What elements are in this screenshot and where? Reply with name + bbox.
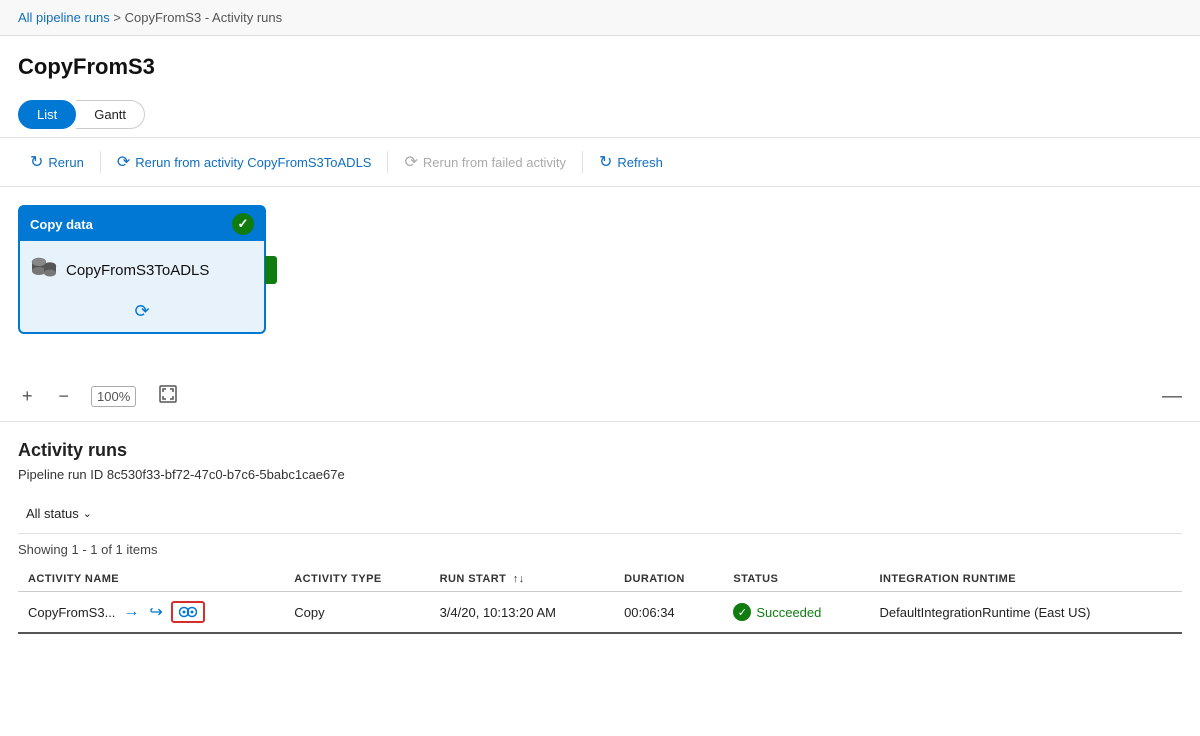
breadcrumb: All pipeline runs > CopyFromS3 - Activit… <box>0 0 1200 36</box>
sort-icon: ↑↓ <box>513 573 525 585</box>
refresh-activity-icon: ⟳ <box>134 301 149 322</box>
status-circle-icon: ✓ <box>733 603 751 621</box>
rerun-failed-icon: ⟳ <box>404 152 417 172</box>
status-ok: ✓ Succeeded <box>733 603 859 621</box>
toolbar-divider-1 <box>100 151 101 173</box>
breadcrumb-link[interactable]: All pipeline runs <box>18 10 110 25</box>
cell-activity-name: CopyFromS3... → ↪ <box>18 592 284 634</box>
check-circle-icon: ✓ <box>232 213 254 235</box>
col-integration-runtime: INTEGRATION RUNTIME <box>869 567 1182 592</box>
col-duration: DURATION <box>614 567 723 592</box>
page-header: CopyFromS3 <box>0 36 1200 90</box>
toolbar: ↻ Rerun ⟳ Rerun from activity CopyFromS3… <box>0 137 1200 187</box>
breadcrumb-separator: > <box>113 10 124 25</box>
status-text: Succeeded <box>756 605 821 620</box>
toolbar-divider-3 <box>582 151 583 173</box>
filter-chevron-icon: ⌄ <box>83 507 92 520</box>
filter-row: All status ⌄ <box>18 494 1182 534</box>
activity-runs-table: ACTIVITY NAME ACTIVITY TYPE RUN START ↑↓… <box>18 567 1182 634</box>
cell-run-start: 3/4/20, 10:13:20 AM <box>430 592 614 634</box>
page-title: CopyFromS3 <box>18 54 1182 80</box>
pipeline-run-id-label: Pipeline run ID <box>18 467 103 482</box>
pipeline-run-id-val: 8c530f33-bf72-47c0-b7c6-5babc1cae67e <box>107 467 345 482</box>
col-status: STATUS <box>723 567 869 592</box>
activity-name-cell: CopyFromS3... → ↪ <box>28 600 274 624</box>
cell-duration: 00:06:34 <box>614 592 723 634</box>
activity-node-body: CopyFromS3ToADLS <box>20 241 264 295</box>
col-activity-type: ACTIVITY TYPE <box>284 567 429 592</box>
gantt-tab[interactable]: Gantt <box>76 100 145 129</box>
status-filter-button[interactable]: All status ⌄ <box>18 502 100 525</box>
copy-data-icon <box>30 253 58 287</box>
col-activity-name: ACTIVITY NAME <box>18 567 284 592</box>
cell-status: ✓ Succeeded <box>723 592 869 634</box>
activity-node[interactable]: Copy data ✓ CopyFromS3ToADLS ⟳ <box>18 205 266 334</box>
fit-screen-button[interactable] <box>154 382 182 411</box>
refresh-icon: ↻ <box>599 152 612 172</box>
zoom-fit-button[interactable]: 100% <box>91 386 136 407</box>
breadcrumb-current: CopyFromS3 - Activity runs <box>125 10 283 25</box>
navigate-icon[interactable]: → <box>121 601 141 623</box>
activity-runs-title: Activity runs <box>18 440 1182 461</box>
activity-runs-section: Activity runs Pipeline run ID 8c530f33-b… <box>0 422 1200 634</box>
rerun-button[interactable]: ↻ Rerun <box>18 148 96 176</box>
rerun-icon: ↻ <box>30 152 43 172</box>
activity-node-header-label: Copy data <box>30 217 93 232</box>
cell-integration-runtime: DefaultIntegrationRuntime (East US) <box>869 592 1182 634</box>
collapse-icon: — <box>1162 385 1182 408</box>
external-link-icon[interactable]: ↪ <box>147 600 164 624</box>
filter-label: All status <box>26 506 79 521</box>
activity-node-name: CopyFromS3ToADLS <box>66 262 209 279</box>
rerun-from-icon: ⟳ <box>117 152 130 172</box>
zoom-in-button[interactable]: + <box>18 384 37 409</box>
showing-text: Showing 1 - 1 of 1 items <box>18 534 1182 567</box>
activity-name-text: CopyFromS3... <box>28 605 115 620</box>
activity-node-footer: ⟳ <box>20 295 264 332</box>
refresh-button[interactable]: ↻ Refresh <box>587 148 675 176</box>
table-row: CopyFromS3... → ↪ <box>18 592 1182 634</box>
rerun-failed-button[interactable]: ⟳ Rerun from failed activity <box>392 148 577 176</box>
canvas-controls: + − 100% — <box>0 372 1200 422</box>
view-details-button[interactable] <box>171 601 205 623</box>
col-run-start: RUN START ↑↓ <box>430 567 614 592</box>
green-dot <box>265 256 277 284</box>
list-tab[interactable]: List <box>18 100 76 129</box>
rerun-from-button[interactable]: ⟳ Rerun from activity CopyFromS3ToADLS <box>105 148 384 176</box>
activity-node-header: Copy data ✓ <box>20 207 264 241</box>
pipeline-run-id-row: Pipeline run ID 8c530f33-bf72-47c0-b7c6-… <box>18 467 1182 482</box>
zoom-out-button[interactable]: − <box>55 384 74 409</box>
view-toggle: List Gantt <box>18 100 1182 129</box>
canvas-area: Copy data ✓ CopyFromS3ToADLS ⟳ <box>0 187 1200 372</box>
table-header-row: ACTIVITY NAME ACTIVITY TYPE RUN START ↑↓… <box>18 567 1182 592</box>
cell-activity-type: Copy <box>284 592 429 634</box>
toolbar-divider-2 <box>387 151 388 173</box>
